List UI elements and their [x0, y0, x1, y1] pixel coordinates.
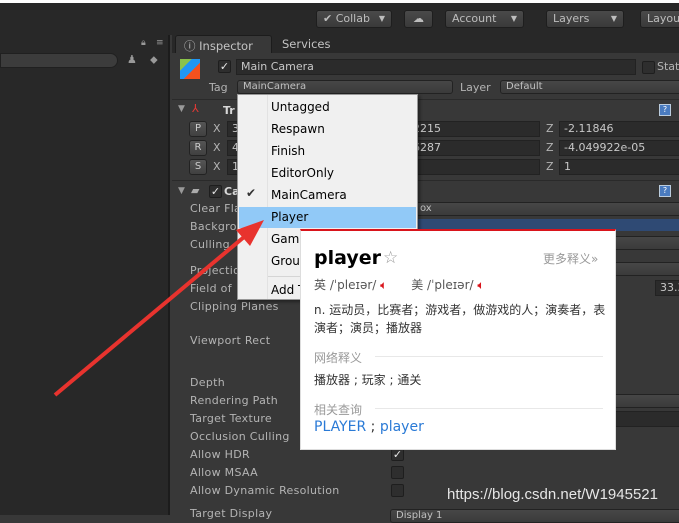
divider: [375, 356, 603, 357]
dictionary-popup: player ☆ 更多释义» 英 /ˈpleɪər/ 🔈︎ 美 /ˈpleɪər…: [300, 229, 616, 450]
related-link[interactable]: PLAYER: [314, 419, 366, 435]
us-phonetic: /ˈpleɪər/: [427, 278, 474, 292]
divider: [375, 408, 603, 409]
pronunciations: 英 /ˈpleɪər/ 🔈︎ 美 /ˈpleɪər/ 🔈︎: [314, 276, 485, 293]
related-link[interactable]: player: [380, 419, 424, 435]
dict-definition: n. 运动员，比赛者；游戏者，做游戏的人；演奏者，表演者；演员；播放器: [314, 303, 606, 335]
web-definitions: 播放器 ; 玩家 ; 通关: [314, 373, 422, 387]
uk-phonetic: /ˈpleɪər/: [329, 278, 377, 292]
dict-word: player: [314, 247, 381, 269]
related-title: 相关查询: [314, 403, 363, 417]
us-label: 美: [411, 278, 424, 292]
more-definitions-link[interactable]: 更多释义»: [543, 250, 598, 267]
web-definitions-title: 网络释义: [314, 351, 363, 365]
speaker-icon[interactable]: 🔈︎: [477, 278, 484, 292]
speaker-icon[interactable]: 🔈︎: [380, 278, 387, 292]
related-links: PLAYER ; player: [314, 419, 424, 435]
star-icon[interactable]: ☆: [383, 248, 398, 268]
separator: ;: [370, 419, 376, 435]
uk-label: 英: [314, 278, 327, 292]
watermark: https://blog.csdn.net/W1945521: [447, 486, 658, 503]
